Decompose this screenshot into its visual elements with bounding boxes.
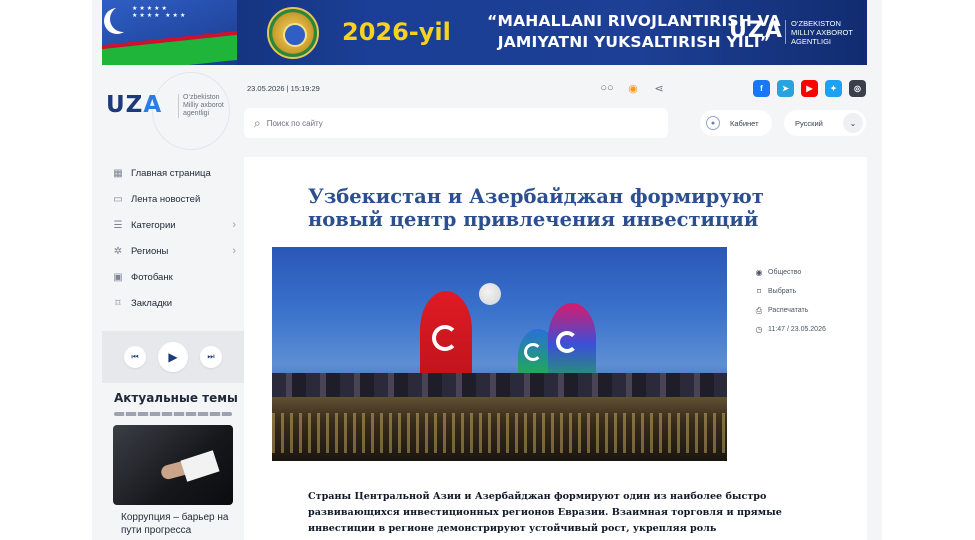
youtube-icon[interactable]: ▶ <box>801 80 818 97</box>
play-button[interactable]: ▶ <box>158 342 188 372</box>
article-hero-image[interactable] <box>272 247 727 461</box>
cabinet-label: Кабинет <box>730 118 759 128</box>
article-lead: Страны Центральной Азии и Азербайджан фо… <box>308 491 782 540</box>
facebook-icon[interactable]: f <box>753 80 770 97</box>
sidebar-item-bookmarks[interactable]: ⌑ Закладки <box>112 290 242 316</box>
tool-icons: ○○ ◉ ⋖ <box>600 82 666 95</box>
topic-image[interactable] <box>113 425 233 505</box>
twitter-icon[interactable]: ✦ <box>825 80 842 97</box>
banner-logo: UZA <box>729 18 783 43</box>
skip-back-icon: ⏮ <box>131 352 139 361</box>
list-icon: ☰ <box>113 219 123 231</box>
publish-time: ◷ 11:47 / 23.05.2026 <box>755 325 826 334</box>
state-emblem-icon <box>267 7 319 59</box>
bookmark-button[interactable]: ⌑ Выбрать <box>754 282 854 301</box>
sidebar-item-label: Категории <box>131 219 176 231</box>
rss-icon[interactable]: ◉ <box>626 82 640 95</box>
topics-scroll-indicator[interactable] <box>114 412 232 416</box>
uzbekistan-flag-icon: ★★★★★ ★★★★ ★★★ <box>102 0 237 65</box>
moon-shape <box>479 283 501 305</box>
glasses-icon[interactable]: ○○ <box>600 82 614 95</box>
sidebar-item-label: Фотобанк <box>131 271 173 283</box>
cabinet-button[interactable]: ● Кабинет <box>700 110 772 136</box>
sidebar-item-label: Главная страница <box>131 167 211 179</box>
print-button[interactable]: ⎙ Распечатать <box>754 301 854 320</box>
banner-logo-subtitle: O‘ZBEKISTON MILLIY AXBOROT AGENTLIGI <box>791 19 853 46</box>
play-icon: ▶ <box>168 350 178 364</box>
topics-heading: Актуальные темы <box>114 391 238 405</box>
sidebar-nav: ▦ Главная страница ▭ Лента новостей ☰ Ка… <box>112 160 242 316</box>
user-icon: ● <box>706 116 720 130</box>
category-icon: ◉ <box>755 268 763 277</box>
clock-icon: ◷ <box>755 325 763 334</box>
page: ★★★★★ ★★★★ ★★★ 2026-yil “MAHALLANI RIVOJ… <box>0 0 975 540</box>
sidebar-item-news-feed[interactable]: ▭ Лента новостей <box>112 186 242 212</box>
language-label: Русский <box>795 118 823 128</box>
share-icon[interactable]: ⋖ <box>652 82 666 95</box>
grid-icon: ▦ <box>113 167 123 179</box>
telegram-icon[interactable]: ➤ <box>777 80 794 97</box>
sidebar-item-categories[interactable]: ☰ Категории › <box>112 212 242 238</box>
sidebar-item-label: Регионы <box>131 245 169 257</box>
sidebar-item-label: Закладки <box>131 297 173 309</box>
search-bar[interactable]: ⌕ <box>244 108 668 138</box>
bookmark-icon: ⌑ <box>756 287 762 296</box>
chevron-right-icon: › <box>232 219 236 231</box>
search-input[interactable] <box>266 118 647 128</box>
top-banner[interactable]: ★★★★★ ★★★★ ★★★ 2026-yil “MAHALLANI RIVOJ… <box>102 0 867 65</box>
sidebar-item-label: Лента новостей <box>131 193 201 205</box>
article-title: Узбекистан и Азербайджан формируют новый… <box>308 185 764 231</box>
topic-caption-link[interactable]: Коррупция – барьер на пути прогресса <box>121 511 241 537</box>
printer-icon: ⎙ <box>755 305 763 315</box>
map-icon: ✲ <box>113 245 123 257</box>
social-links: f ➤ ▶ ✦ ◎ <box>753 80 866 97</box>
search-icon: ⌕ <box>254 115 261 130</box>
instagram-icon[interactable]: ◎ <box>849 80 866 97</box>
sidebar-item-photobank[interactable]: ▣ Фотобанк <box>112 264 242 290</box>
article-meta: ◉ Общество ⌑ Выбрать ⎙ Распечатать ◷ 11:… <box>754 263 854 339</box>
skip-forward-icon: ⏭ <box>207 352 215 361</box>
next-button[interactable]: ⏭ <box>200 346 222 368</box>
language-select[interactable]: Русский ⌄ <box>784 110 866 136</box>
sidebar-item-home[interactable]: ▦ Главная страница <box>112 160 242 186</box>
site-logo[interactable]: UZA <box>106 92 162 118</box>
previous-button[interactable]: ⏮ <box>124 346 146 368</box>
chevron-down-icon: ⌄ <box>843 113 863 133</box>
stars-icon: ★★★★★ ★★★★ ★★★ <box>132 6 188 19</box>
current-datetime: 23.05.2026 | 15:19:29 <box>247 84 320 93</box>
site-logo-subtitle: O‘zbekiston Milliy axborot agentligi <box>178 94 224 118</box>
bookmark-icon: ⌑ <box>115 297 121 309</box>
article-category-link[interactable]: ◉ Общество <box>754 263 854 282</box>
sidebar-item-regions[interactable]: ✲ Регионы › <box>112 238 242 264</box>
chevron-right-icon: › <box>232 245 236 257</box>
banner-year: 2026-yil <box>342 18 451 46</box>
monitor-icon: ▭ <box>113 193 123 205</box>
audio-player: ⏮ ▶ ⏭ <box>102 331 244 383</box>
image-icon: ▣ <box>113 271 123 283</box>
